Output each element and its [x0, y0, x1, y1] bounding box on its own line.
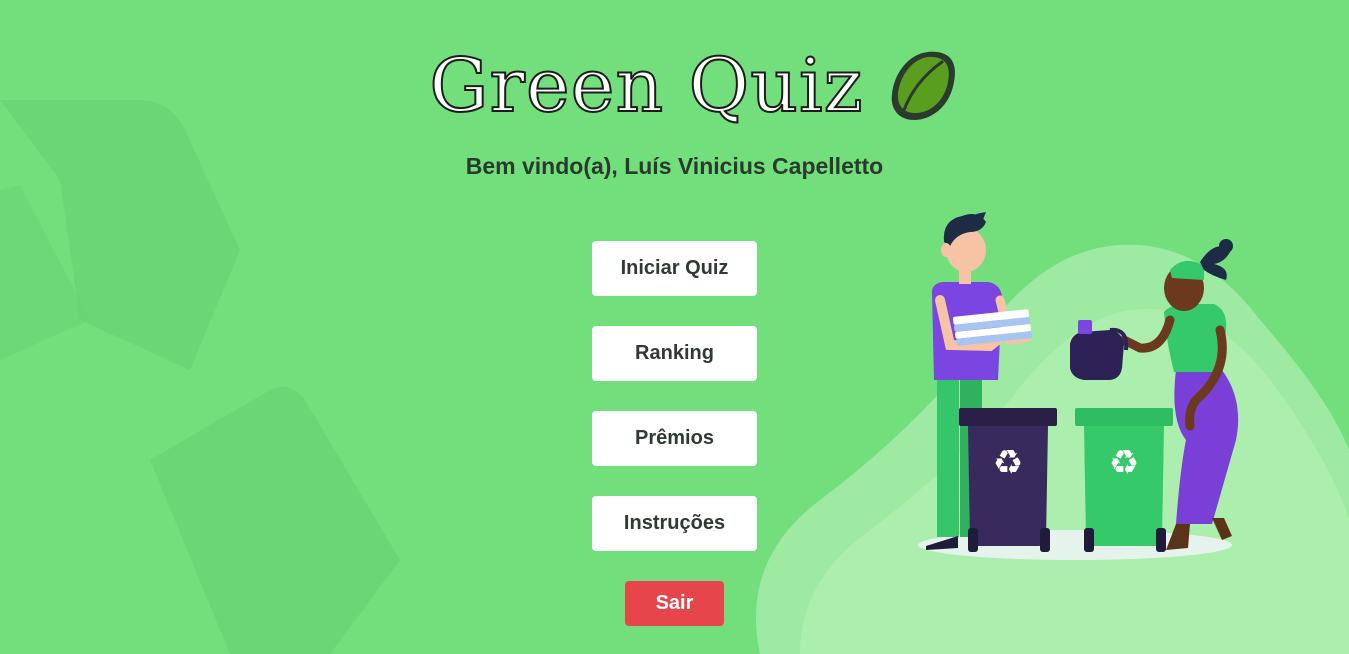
start-quiz-button[interactable]: Iniciar Quiz: [592, 241, 757, 296]
instructions-button[interactable]: Instruções: [592, 496, 757, 551]
welcome-message: Bem vindo(a), Luís Vinicius Capelletto: [465, 153, 884, 179]
exit-button[interactable]: Sair: [625, 581, 724, 626]
leaf-icon: [891, 51, 955, 120]
title-bar: Green Quiz: [0, 38, 1349, 134]
green-recycle-bin: ♻: [1075, 408, 1173, 552]
prizes-button[interactable]: Prêmios: [592, 411, 757, 466]
svg-text:♻: ♻: [993, 443, 1023, 483]
page-title: Green Quiz: [428, 43, 864, 129]
svg-text:♻: ♻: [1109, 443, 1139, 483]
people-recycling-illustration: ♻ ♻: [918, 212, 1239, 560]
dark-recycle-bin: ♻: [959, 408, 1057, 552]
ranking-button[interactable]: Ranking: [592, 326, 757, 381]
